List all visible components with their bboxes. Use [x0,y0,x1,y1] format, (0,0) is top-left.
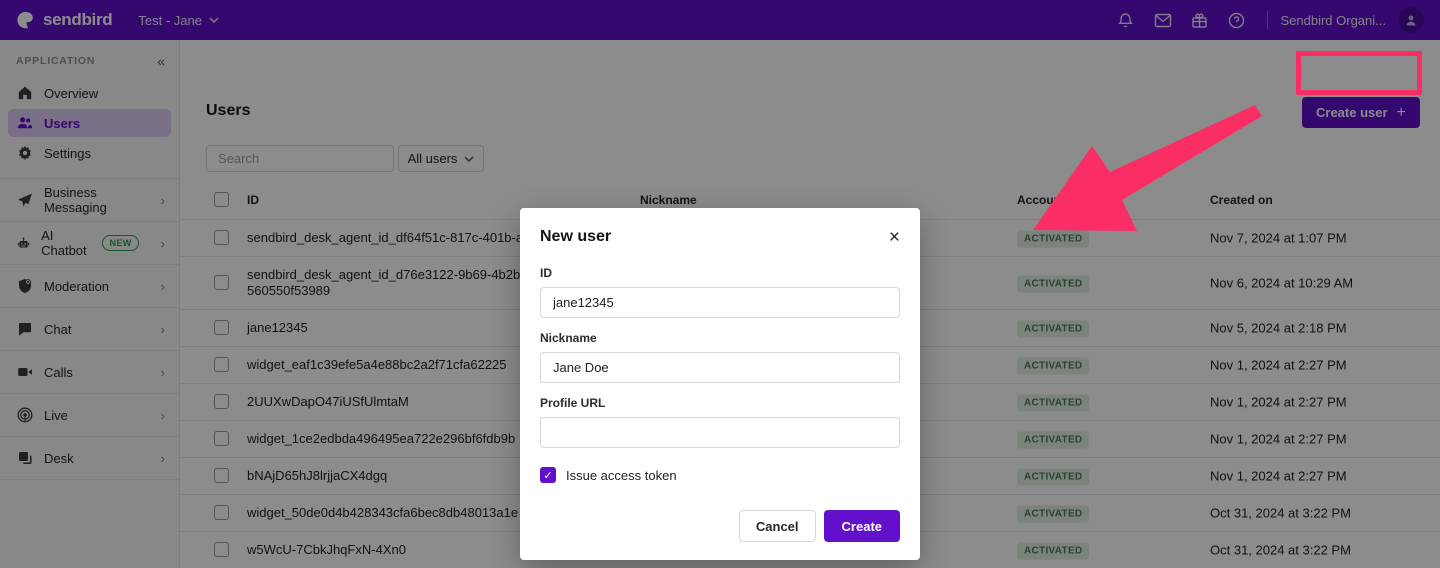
new-user-modal: New user × ID Nickname Profile URL ✓ Iss… [520,208,920,560]
sendbird-dashboard: sendbird Test - Jane Sendbird Organi... [0,0,1440,568]
create-button[interactable]: Create [824,510,900,542]
cancel-button[interactable]: Cancel [739,510,816,542]
modal-title: New user [540,228,611,246]
close-icon[interactable]: × [889,228,900,247]
profile-url-field[interactable] [540,417,900,448]
nickname-field[interactable] [540,352,900,383]
profile-url-field-label: Profile URL [540,396,900,410]
id-field-label: ID [540,266,900,280]
issue-access-token-checkbox-row[interactable]: ✓ Issue access token [540,467,900,483]
checkbox-label: Issue access token [566,468,677,483]
checkbox-checked-icon[interactable]: ✓ [540,467,556,483]
id-field[interactable] [540,287,900,318]
nickname-field-label: Nickname [540,331,900,345]
